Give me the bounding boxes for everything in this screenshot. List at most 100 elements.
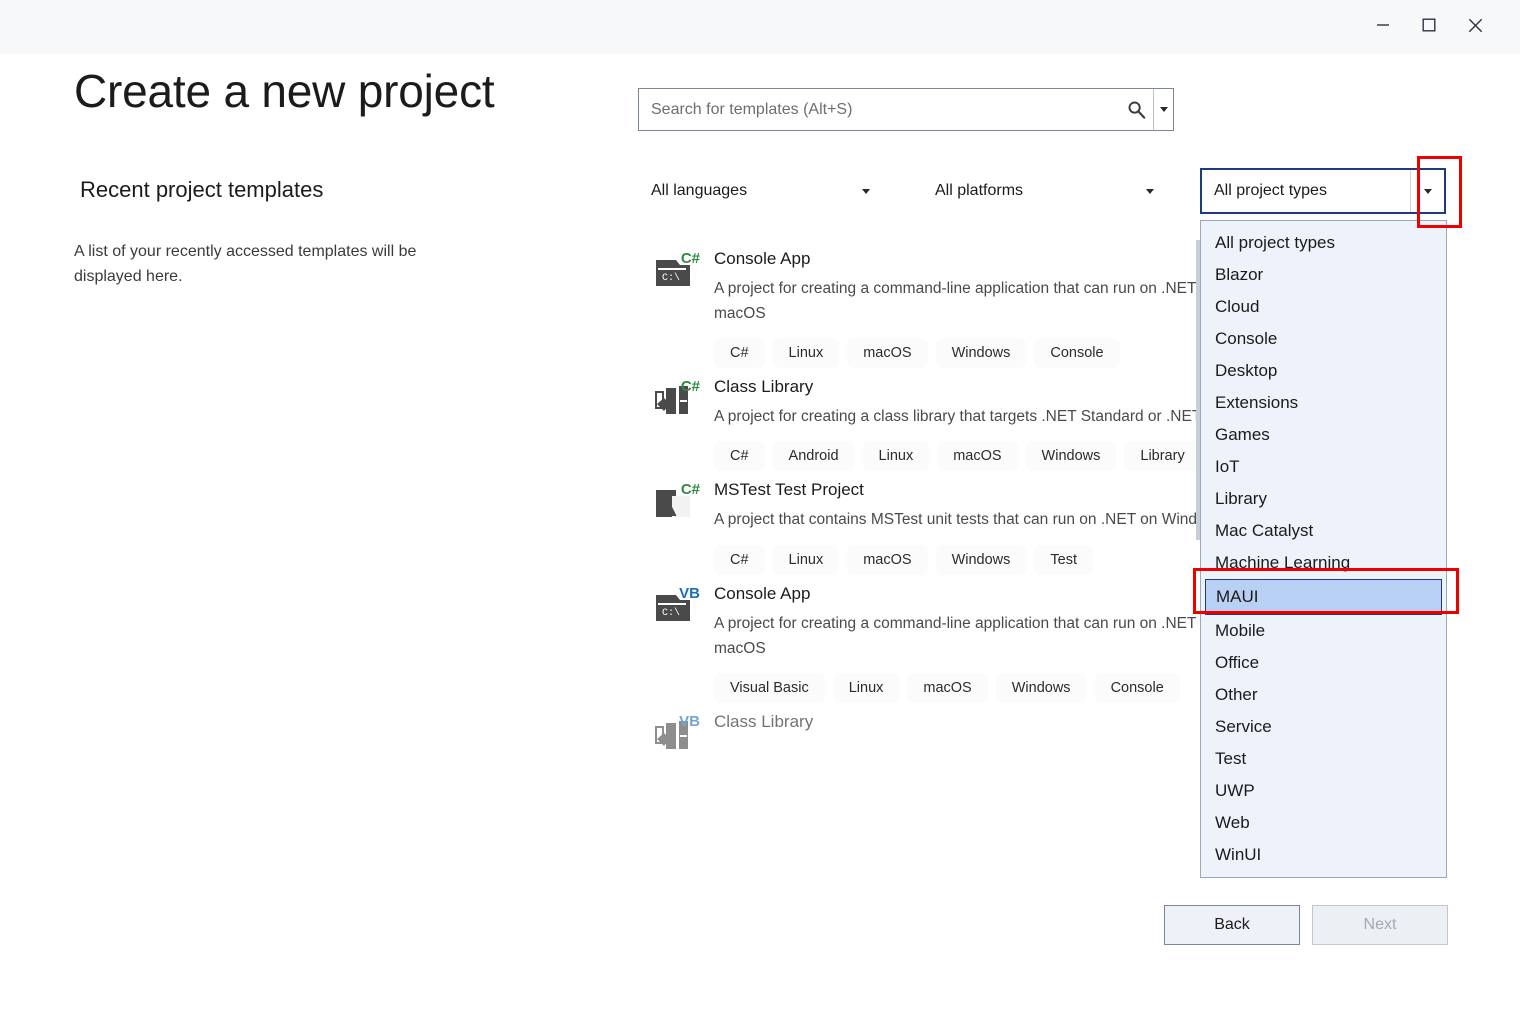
template-tag-row: Visual BasicLinuxmacOSWindowsConsole bbox=[714, 673, 1198, 703]
template-tag: macOS bbox=[847, 338, 927, 368]
svg-text:VB: VB bbox=[679, 713, 700, 730]
template-tag: C# bbox=[714, 441, 765, 471]
project-type-option[interactable]: All project types bbox=[1201, 227, 1446, 259]
search-icon[interactable] bbox=[1119, 89, 1153, 130]
project-type-option[interactable]: WinUI bbox=[1201, 839, 1446, 871]
project-type-option[interactable]: IoT bbox=[1201, 451, 1446, 483]
project-type-option[interactable]: Office bbox=[1201, 647, 1446, 679]
project-type-option[interactable]: Games bbox=[1201, 419, 1446, 451]
project-type-option[interactable]: Extensions bbox=[1201, 387, 1446, 419]
language-filter-combobox[interactable]: All languages bbox=[638, 168, 884, 214]
template-item-body: Class Library A project for creating a cl… bbox=[714, 376, 1198, 471]
project-type-option[interactable]: Blazor bbox=[1201, 259, 1446, 291]
template-list-item[interactable]: C:\ VB Console App A project for creating a… bbox=[646, 575, 1198, 703]
svg-text:C#: C# bbox=[681, 250, 700, 267]
template-tag-row: C# LinuxmacOS WindowsTest bbox=[714, 545, 1198, 575]
svg-text:C#: C# bbox=[681, 378, 700, 395]
platform-filter-label: All platforms bbox=[923, 182, 1133, 200]
template-tag: Console bbox=[1095, 673, 1180, 703]
project-type-option[interactable]: Web bbox=[1201, 807, 1446, 839]
recent-templates-empty-text: A list of your recently accessed templat… bbox=[74, 240, 474, 290]
search-dropdown-button[interactable] bbox=[1153, 89, 1173, 130]
template-tag: Console bbox=[1034, 338, 1119, 368]
template-name: Class Library bbox=[714, 376, 1198, 399]
template-tag: Windows bbox=[1026, 441, 1117, 471]
template-tag: Linux bbox=[863, 441, 930, 471]
template-name: MSTest Test Project bbox=[714, 479, 1198, 502]
template-tag: Windows bbox=[996, 673, 1087, 703]
template-tag: Windows bbox=[936, 338, 1027, 368]
chevron-down-icon bbox=[1160, 107, 1168, 112]
back-button[interactable]: Back bbox=[1164, 905, 1300, 945]
close-button[interactable] bbox=[1452, 6, 1498, 44]
dialog-footer: Back Next bbox=[1164, 905, 1448, 945]
template-tag-row: C# LinuxmacOS WindowsConsole bbox=[714, 338, 1198, 368]
project-type-dropdown-list[interactable]: All project typesBlazorCloudConsoleDeskt… bbox=[1200, 220, 1447, 878]
template-tag: macOS bbox=[937, 441, 1017, 471]
project-type-option[interactable]: Cloud bbox=[1201, 291, 1446, 323]
template-tag: Library bbox=[1124, 441, 1198, 471]
next-button[interactable]: Next bbox=[1312, 905, 1448, 945]
template-name: Console App bbox=[714, 248, 1198, 271]
template-item-body: MSTest Test ProjectA project that contai… bbox=[714, 479, 1198, 574]
template-description: A project for creating a command-line ap… bbox=[714, 276, 1198, 326]
template-tag: Test bbox=[1034, 545, 1093, 575]
template-tag: C# bbox=[714, 338, 765, 368]
language-filter-chevron[interactable] bbox=[849, 189, 883, 194]
chevron-down-icon bbox=[1146, 189, 1154, 194]
svg-text:C:\: C:\ bbox=[662, 607, 680, 619]
template-tag: Android bbox=[773, 441, 855, 471]
maximize-icon bbox=[1422, 18, 1436, 32]
project-type-option[interactable]: Mobile bbox=[1201, 615, 1446, 647]
project-type-option[interactable]: Library bbox=[1201, 483, 1446, 515]
class-library-csharp-icon: C# bbox=[654, 376, 700, 422]
mstest-csharp-icon: C# bbox=[654, 479, 700, 525]
project-type-filter-label: All project types bbox=[1202, 182, 1410, 200]
language-filter-label: All languages bbox=[639, 182, 849, 200]
template-description: A project for creating a class library t… bbox=[714, 404, 1198, 429]
platform-filter-combobox[interactable]: All platforms bbox=[922, 168, 1168, 214]
project-type-option[interactable]: Other bbox=[1201, 679, 1446, 711]
template-description: A project for creating a command-line ap… bbox=[714, 611, 1198, 661]
chevron-down-icon bbox=[862, 189, 870, 194]
project-type-option[interactable]: Test bbox=[1201, 743, 1446, 775]
template-tag: Linux bbox=[773, 338, 840, 368]
template-list-item[interactable]: C:\C#Console AppA project for creating a… bbox=[646, 240, 1198, 368]
project-type-option[interactable]: Mac Catalyst bbox=[1201, 515, 1446, 547]
template-list-item[interactable]: C#MSTest Test ProjectA project that cont… bbox=[646, 471, 1198, 574]
filter-row: All languages All platforms All project … bbox=[638, 168, 1448, 214]
project-type-option[interactable]: MAUI bbox=[1205, 579, 1442, 615]
chevron-down-icon bbox=[1424, 189, 1432, 194]
template-item-body: Console App A project for creating a comm… bbox=[714, 248, 1198, 368]
template-tag: C# bbox=[714, 545, 765, 575]
template-item-body: Console App A project for creating a comm… bbox=[714, 583, 1198, 703]
project-type-option[interactable]: UWP bbox=[1201, 775, 1446, 807]
template-name: Console App bbox=[714, 583, 1198, 606]
platform-filter-chevron[interactable] bbox=[1133, 189, 1167, 194]
svg-text:C#: C# bbox=[681, 481, 700, 498]
search-box[interactable] bbox=[638, 88, 1174, 131]
title-bar bbox=[0, 0, 1520, 54]
project-type-option[interactable]: Machine Learning bbox=[1201, 547, 1446, 579]
maximize-button[interactable] bbox=[1406, 6, 1452, 44]
template-tag: Visual Basic bbox=[714, 673, 825, 703]
project-type-option[interactable]: Console bbox=[1201, 323, 1446, 355]
create-new-project-dialog: Create a new project Recent project temp… bbox=[0, 0, 1520, 1012]
template-tag: Linux bbox=[773, 545, 840, 575]
search-input[interactable] bbox=[639, 89, 1119, 130]
minimize-button[interactable] bbox=[1360, 6, 1406, 44]
template-list-item[interactable]: C# Class Library A project for creating a … bbox=[646, 368, 1198, 471]
template-tag: macOS bbox=[907, 673, 987, 703]
template-tag: macOS bbox=[847, 545, 927, 575]
template-tag: Windows bbox=[936, 545, 1027, 575]
svg-text:VB: VB bbox=[679, 585, 700, 602]
project-type-filter-combobox[interactable]: All project types bbox=[1200, 168, 1446, 214]
project-type-option[interactable]: Service bbox=[1201, 711, 1446, 743]
class-library-vb-icon: VB bbox=[654, 711, 700, 757]
page-title: Create a new project bbox=[74, 64, 494, 119]
template-list-item[interactable]: VBClass Library bbox=[646, 703, 1198, 757]
project-type-filter-chevron[interactable] bbox=[1410, 170, 1444, 212]
project-type-option[interactable]: Desktop bbox=[1201, 355, 1446, 387]
console-vb-icon: C:\ VB bbox=[654, 583, 700, 629]
template-list[interactable]: C:\ C# Console App A project for creating a… bbox=[646, 240, 1198, 870]
